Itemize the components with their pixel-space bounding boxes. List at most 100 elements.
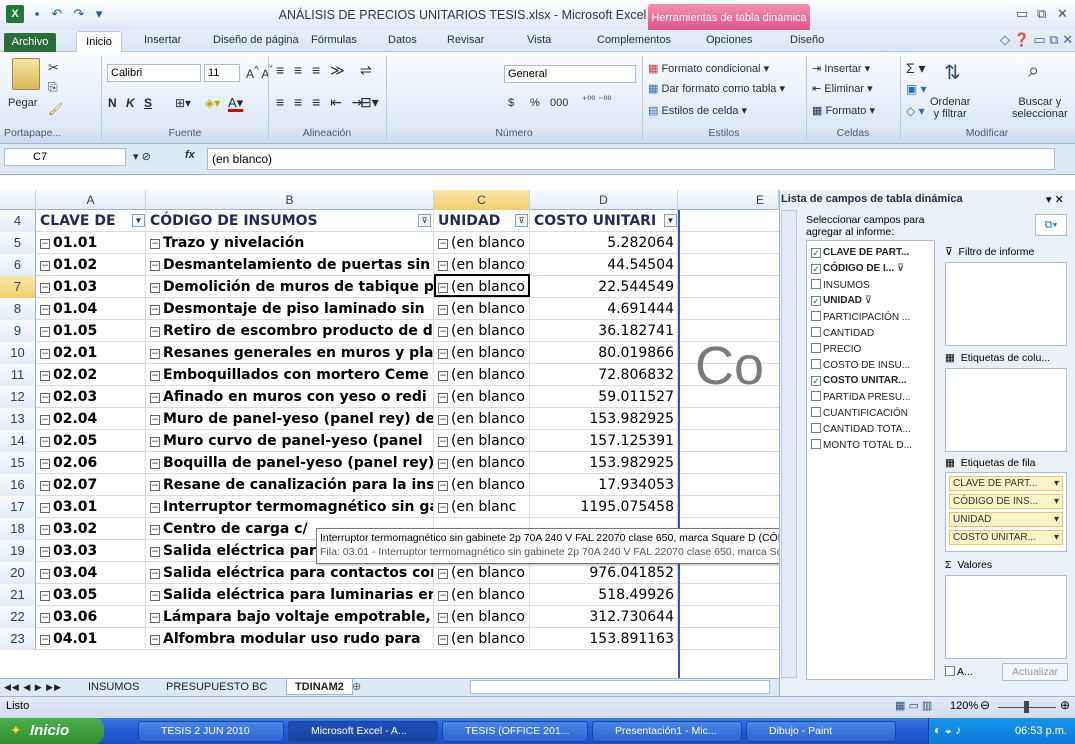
cell-unidad[interactable]: −(en blanco [434, 276, 530, 298]
align-left-icons[interactable]: ≡ ≡ ≡ ⇤ ⇥ [276, 94, 367, 111]
row-number[interactable]: 14 [0, 430, 36, 452]
update-button[interactable]: Actualizar [1002, 663, 1068, 681]
collapse-icon[interactable]: − [438, 349, 448, 359]
collapse-icon[interactable]: − [40, 415, 50, 425]
pivot-field-item[interactable]: ✓ COSTO UNITAR... [811, 375, 907, 386]
collapse-icon[interactable]: − [438, 459, 448, 469]
collapse-icon[interactable]: − [150, 393, 160, 403]
tab-revisar[interactable]: Revisar [447, 34, 484, 46]
cell-clave[interactable]: −03.02 [36, 518, 146, 540]
cell-clave[interactable]: −02.01 [36, 342, 146, 364]
defer-checkbox-box[interactable] [945, 666, 955, 676]
cell-codigo[interactable]: − Resane de canalización para la inst [146, 474, 434, 496]
collapse-icon[interactable]: − [40, 613, 50, 623]
cell-unidad[interactable]: −(en blanco [434, 430, 530, 452]
col-header-d[interactable]: D [530, 190, 678, 210]
task-excel[interactable]: Microsoft Excel - A... [288, 721, 438, 742]
field-checkbox[interactable]: ✓ [811, 296, 821, 306]
insert-function-icon[interactable]: fx [185, 149, 195, 161]
cell-unidad[interactable]: −(en blanco [434, 342, 530, 364]
cell-costo[interactable]: 5.282064 [530, 232, 678, 254]
collapse-icon[interactable]: − [40, 239, 50, 249]
col-header-b[interactable]: B [146, 190, 434, 210]
cell-clave[interactable]: −02.06 [36, 452, 146, 474]
collapse-icon[interactable]: − [40, 635, 50, 645]
cell-unidad[interactable]: −(en blanco [434, 320, 530, 342]
zoom-slider-thumb[interactable] [1024, 701, 1029, 713]
cell-codigo[interactable]: − Interruptor termomagnético sin ga [146, 496, 434, 518]
pivot-field-item[interactable]: PARTICIPACIÓN ... [811, 311, 910, 323]
cell-clave[interactable]: −03.04 [36, 562, 146, 584]
cell-unidad[interactable]: −(en blanco [434, 474, 530, 496]
row-number[interactable]: 13 [0, 408, 36, 430]
cell-costo[interactable]: 153.891163 [530, 628, 678, 650]
collapse-icon[interactable]: − [40, 503, 50, 513]
cell-clave[interactable]: −02.07 [36, 474, 146, 496]
tab-archivo[interactable]: Archivo [4, 33, 56, 52]
collapse-icon[interactable]: − [150, 547, 160, 557]
header-clave[interactable]: CLAVE DE [36, 210, 146, 232]
pane-splitter-scroll[interactable] [781, 210, 797, 678]
collapse-icon[interactable]: − [40, 283, 50, 293]
font-name-select[interactable]: Calibri [107, 64, 201, 82]
header-codigo-filter-dropdown-icon[interactable]: ⊽ [418, 214, 431, 227]
cell-costo[interactable]: 17.934053 [530, 474, 678, 496]
col-header-e[interactable]: E [678, 190, 779, 210]
collapse-icon[interactable]: − [40, 371, 50, 381]
column-labels-area[interactable] [945, 368, 1067, 452]
collapse-icon[interactable]: − [150, 239, 160, 249]
cell-codigo[interactable]: − Salida eléctrica para contactos cor [146, 562, 434, 584]
row-field-pill[interactable]: COSTO UNITAR... ▾ [949, 530, 1063, 545]
row-number[interactable]: 15 [0, 452, 36, 474]
pivot-field-item[interactable]: CANTIDAD TOTA... [811, 423, 911, 435]
cell-costo[interactable]: 22.544549 [530, 276, 678, 298]
save-icon[interactable]: ▪ [28, 5, 46, 23]
cell-codigo[interactable]: − Muro curvo de panel-yeso (panel [146, 430, 434, 452]
cell-e[interactable] [678, 584, 779, 606]
collapse-icon[interactable]: − [40, 349, 50, 359]
row-number[interactable]: 11 [0, 364, 36, 386]
field-checkbox[interactable] [811, 343, 821, 353]
row-number[interactable]: 9 [0, 320, 36, 342]
cell-unidad[interactable]: −(en blanco [434, 232, 530, 254]
cell-clave[interactable]: −03.06 [36, 606, 146, 628]
row-number[interactable]: 18 [0, 518, 36, 540]
restore-icon[interactable]: ⧉ [1037, 6, 1046, 22]
cell-e[interactable] [678, 496, 779, 518]
cell-codigo[interactable]: − Muro de panel-yeso (panel rey) de [146, 408, 434, 430]
row-number[interactable]: 21 [0, 584, 36, 606]
cell-clave[interactable]: −03.05 [36, 584, 146, 606]
cell-e[interactable] [678, 210, 779, 232]
cell-unidad[interactable]: −(en blanco [434, 562, 530, 584]
collapse-icon[interactable]: − [438, 283, 448, 293]
cell-clave[interactable]: −01.01 [36, 232, 146, 254]
redo-icon[interactable]: ↷ [70, 5, 88, 23]
collapse-icon[interactable]: − [150, 283, 160, 293]
collapse-icon[interactable]: − [438, 415, 448, 425]
cell-e[interactable] [678, 474, 779, 496]
row-number[interactable]: 19 [0, 540, 36, 562]
cell-costo[interactable]: 153.982925 [530, 452, 678, 474]
tab-diseno[interactable]: Diseño [790, 34, 824, 46]
collapse-icon[interactable]: − [150, 459, 160, 469]
help-icon[interactable]: ◇ ❓ ▭ ⧉ ✕ [1000, 32, 1073, 48]
cell-e[interactable] [678, 628, 779, 650]
row-number[interactable]: 12 [0, 386, 36, 408]
header-costo[interactable]: COSTO UNITARI [530, 210, 678, 232]
wrap-text-icon[interactable]: ⇌ [360, 62, 372, 79]
col-header-c[interactable]: C [434, 190, 530, 210]
decimal-icons[interactable]: ⁺⁰⁰ ⁻⁰⁰ [582, 95, 611, 106]
header-costo-filter-dropdown-icon[interactable]: ▼ [664, 214, 677, 227]
new-sheet-icon[interactable]: ⊕ [352, 679, 361, 695]
format-cells-button[interactable]: ▦ Formato ▾ [812, 104, 875, 117]
pivot-field-item[interactable]: ✓ UNIDAD ⊽ [811, 295, 872, 306]
cut-icon[interactable]: ✂ [48, 60, 59, 76]
sort-filter-button[interactable]: Ordenar y filtrar [930, 96, 970, 120]
field-checkbox[interactable]: ✓ [811, 376, 821, 386]
tray-icons[interactable]: ◐ ◒ ♪ [934, 723, 961, 737]
tab-datos[interactable]: Datos [388, 34, 417, 46]
row-number[interactable]: 16 [0, 474, 36, 496]
cell-clave[interactable]: −01.02 [36, 254, 146, 276]
pane-options-icon[interactable]: ▾ ✕ [1046, 193, 1064, 206]
pivot-field-item[interactable]: PRECIO [811, 343, 861, 355]
